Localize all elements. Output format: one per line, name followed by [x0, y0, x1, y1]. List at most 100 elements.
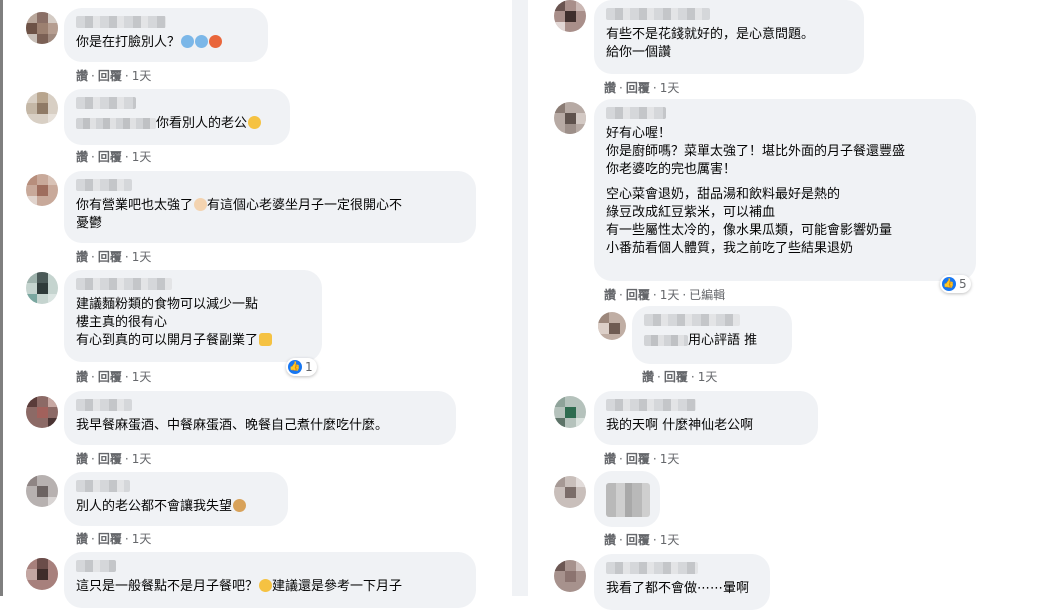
author-name-blurred[interactable] — [606, 562, 698, 574]
author-name-blurred[interactable] — [76, 97, 136, 109]
comment-text: 建議麵粉類的食物可以減少一點 — [76, 297, 259, 312]
like-button[interactable]: 讚 — [604, 288, 616, 302]
like-button[interactable]: 讚 — [604, 81, 616, 95]
avatar[interactable] — [554, 102, 586, 134]
timestamp[interactable]: 1天 — [132, 370, 152, 384]
timestamp[interactable]: 1天 — [660, 452, 680, 466]
comment-text: 樓主真的很有心 — [76, 315, 168, 330]
tagged-name-blurred[interactable] — [644, 335, 688, 346]
comment-text: 我早餐麻蛋酒、中餐麻蛋酒、晚餐自己煮什麼吃什麼。 — [76, 418, 389, 433]
like-button[interactable]: 讚 — [76, 150, 88, 164]
author-name-blurred[interactable] — [606, 399, 696, 411]
comment-text: 你老婆吃的完也厲害！ — [606, 162, 737, 177]
worried-emoji-icon — [259, 579, 273, 592]
reaction-count[interactable]: 👍 1 — [286, 358, 317, 376]
author-name-blurred[interactable] — [606, 107, 666, 119]
like-button[interactable]: 讚 — [76, 250, 88, 264]
sticker-image-blurred[interactable] — [606, 483, 650, 517]
comment-bubble: 別人的老公都不會讓我失望 — [64, 472, 288, 526]
comment-text: 空心菜會退奶，甜品湯和飲料最好是熱的 — [606, 187, 841, 202]
avatar[interactable] — [26, 396, 58, 428]
avatar[interactable] — [26, 558, 58, 590]
timestamp[interactable]: 1天 — [660, 81, 680, 95]
comment-actions: 讚 · 回覆 · 1天 — [604, 533, 680, 547]
tagged-name-blurred[interactable] — [76, 118, 156, 129]
reply-button[interactable]: 回覆 — [98, 69, 122, 83]
author-name-blurred[interactable] — [76, 399, 132, 411]
author-name-blurred[interactable] — [76, 278, 172, 290]
author-name-blurred[interactable] — [76, 16, 166, 28]
timestamp[interactable]: 1天 — [132, 532, 152, 546]
reply-button[interactable]: 回覆 — [626, 452, 650, 466]
comment-text: 我的天啊 什麼神仙老公啊 — [606, 418, 754, 433]
reply-button[interactable]: 回覆 — [664, 370, 688, 384]
avatar[interactable] — [554, 0, 586, 32]
comment-text: 有一些屬性太冷的，像水果瓜類，可能會影響奶量 — [606, 223, 893, 238]
like-button[interactable]: 讚 — [76, 452, 88, 466]
comment-text: 別人的老公都不會讓我失望 — [76, 498, 276, 516]
panel-divider — [512, 0, 528, 596]
comment-bubble: 好有心喔！ 你是廚師嗎？菜單太強了！堪比外面的月子餐還豐盛 你老婆吃的完也厲害！… — [594, 99, 976, 281]
like-button[interactable]: 讚 — [604, 452, 616, 466]
avatar[interactable] — [26, 92, 58, 124]
author-name-blurred[interactable] — [76, 179, 132, 191]
comment-bubble: 你是在打臉別人？ — [64, 8, 268, 62]
like-button[interactable]: 讚 — [604, 533, 616, 547]
timestamp[interactable]: 1天 — [132, 150, 152, 164]
right-comment-panel: 有些不是花錢就好的，是心意問題。 給你一個讚 讚 · 回覆 · 1天 好有心喔！ 你是廚… — [528, 0, 1060, 610]
comment-actions: 讚 · 回覆 · 1天 — [76, 452, 152, 466]
avatar[interactable] — [26, 272, 58, 304]
comment-text: 你看別人的老公 — [76, 115, 278, 133]
timestamp[interactable]: 1天 — [660, 288, 680, 302]
timestamp[interactable]: 1天 — [132, 250, 152, 264]
timestamp[interactable]: 1天 — [660, 533, 680, 547]
reply-button[interactable]: 回覆 — [98, 370, 122, 384]
comment-text: 小番茄看個人體質，我之前吃了些結果退奶 — [606, 241, 854, 256]
comment-actions: 讚 · 回覆 · 1天 · 已編輯 — [604, 288, 726, 302]
reply-button[interactable]: 回覆 — [626, 81, 650, 95]
comment-bubble: 建議麵粉類的食物可以減少一點 樓主真的很有心 有心到真的可以開月子餐副業了 — [64, 270, 322, 362]
reply-button[interactable]: 回覆 — [98, 532, 122, 546]
avatar[interactable] — [554, 560, 586, 592]
comment-bubble: 有些不是花錢就好的，是心意問題。 給你一個讚 — [594, 0, 864, 74]
like-button[interactable]: 讚 — [76, 532, 88, 546]
author-name-blurred[interactable] — [76, 480, 130, 492]
comment-actions: 讚 · 回覆 · 1天 — [76, 370, 152, 384]
reply-button[interactable]: 回覆 — [626, 288, 650, 302]
comment-bubble: 用心評語 推 — [632, 306, 792, 364]
avatar[interactable] — [598, 312, 626, 340]
comment-bubble: 我的天啊 什麼神仙老公啊 — [594, 391, 818, 445]
reply-button[interactable]: 回覆 — [626, 533, 650, 547]
comment-text: 你是在打臉別人？ — [76, 34, 256, 52]
author-name-blurred[interactable] — [606, 8, 710, 20]
avatar[interactable] — [554, 476, 586, 508]
comment-text: 我看了都不會做⋯⋯暈啊 — [606, 581, 750, 596]
timestamp[interactable]: 1天 — [698, 370, 718, 384]
panel-edge-line — [0, 0, 3, 596]
edited-label[interactable]: 已編輯 — [689, 288, 725, 302]
like-button[interactable]: 讚 — [642, 370, 654, 384]
like-button[interactable]: 讚 — [76, 69, 88, 83]
scream-emoji-icon — [195, 35, 209, 48]
comment-text: 你有營業吧也太強了 有這個心老婆坐月子一定很開心不 — [76, 198, 403, 213]
comment-bubble: 你有營業吧也太強了 有這個心老婆坐月子一定很開心不 憂鬱 — [64, 171, 476, 243]
avatar[interactable] — [26, 12, 58, 44]
timestamp[interactable]: 1天 — [132, 452, 152, 466]
reply-button[interactable]: 回覆 — [98, 452, 122, 466]
avatar[interactable] — [554, 396, 586, 428]
reply-button[interactable]: 回覆 — [98, 250, 122, 264]
reply-button[interactable]: 回覆 — [98, 150, 122, 164]
author-name-blurred[interactable] — [76, 560, 116, 572]
like-button[interactable]: 讚 — [76, 370, 88, 384]
comment-actions: 讚 · 回覆 · 1天 — [76, 150, 152, 164]
author-name-blurred[interactable] — [644, 314, 740, 326]
comment-actions: 讚 · 回覆 · 1天 — [604, 81, 680, 95]
timestamp[interactable]: 1天 — [132, 69, 152, 83]
comment-bubble: 你看別人的老公 — [64, 89, 290, 145]
left-comment-panel: 你是在打臉別人？ 讚 · 回覆 · 1天 你看別人的老公 讚 · 回覆 · 1天 你有營業吧也太… — [0, 0, 512, 608]
reaction-count[interactable]: 👍 5 — [940, 275, 971, 293]
comment-text: 這只是一般餐點不是月子餐吧？ 建議還是參考一下月子 — [76, 579, 403, 594]
avatar[interactable] — [26, 174, 58, 206]
angry-emoji-icon — [209, 35, 223, 48]
avatar[interactable] — [26, 475, 58, 507]
